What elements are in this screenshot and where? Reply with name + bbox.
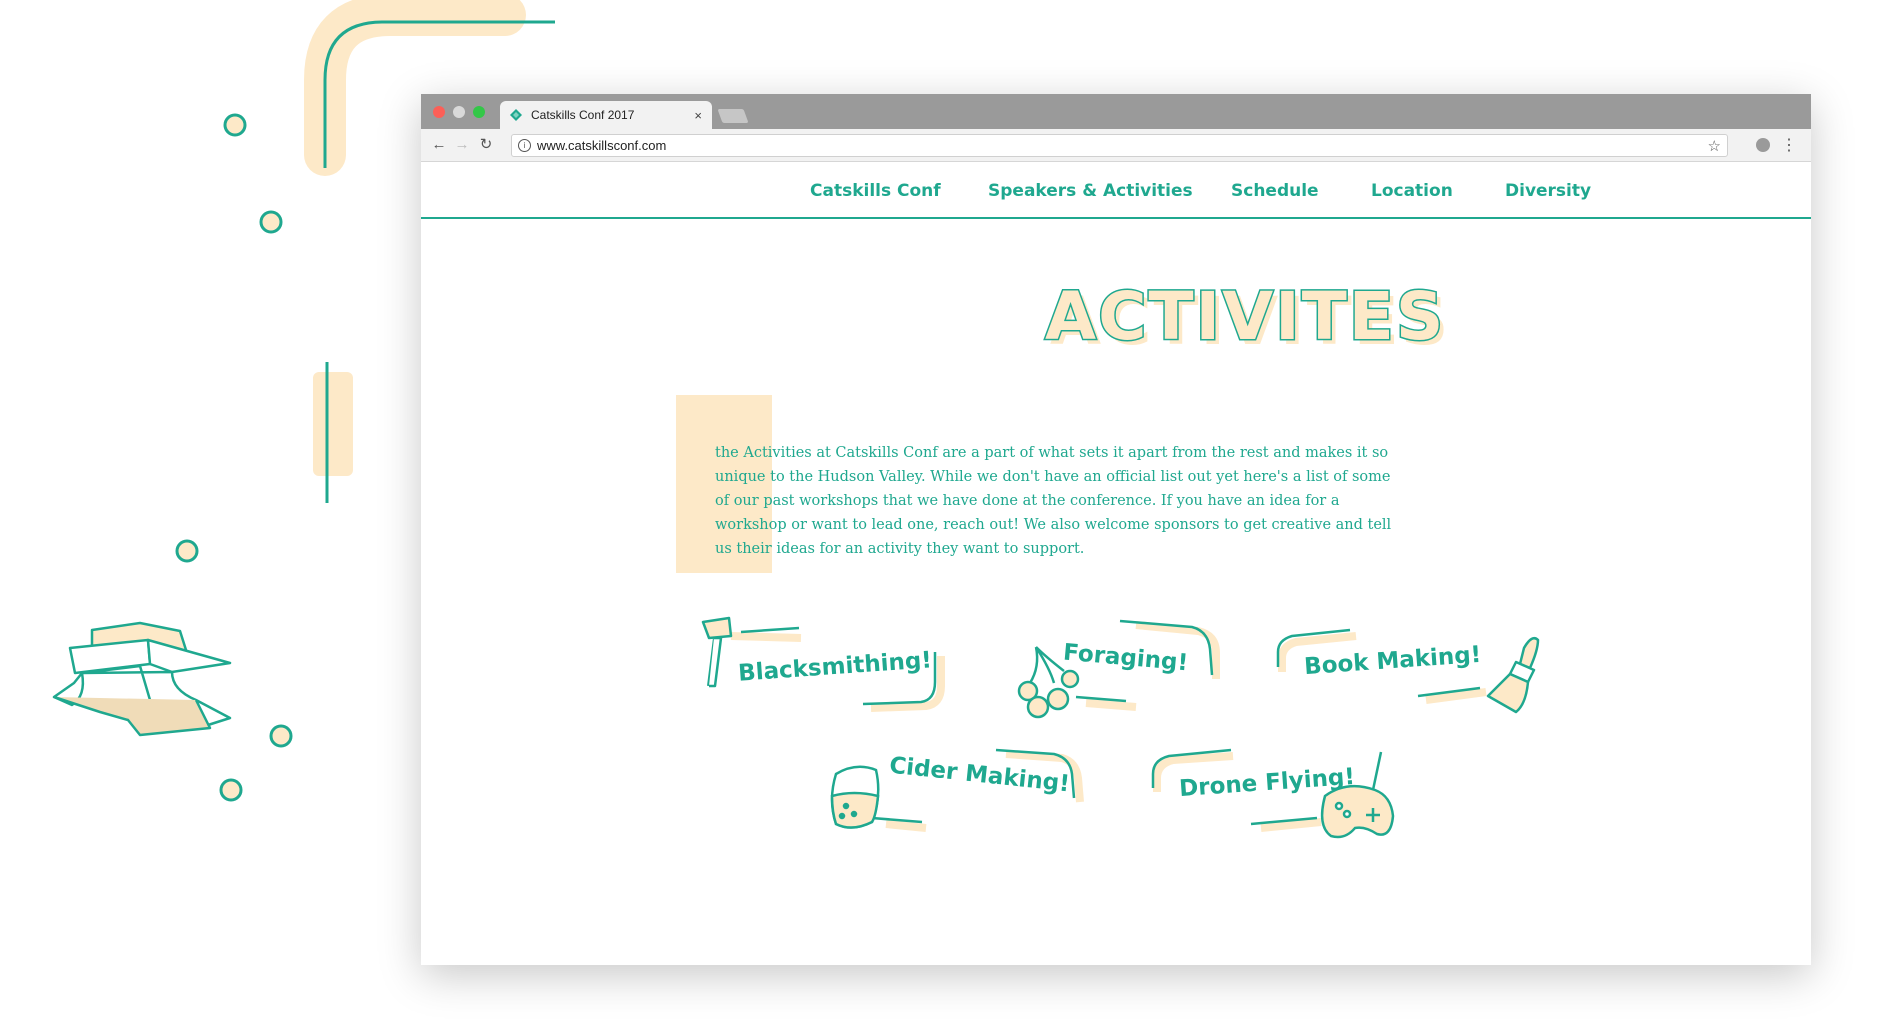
heading-text: ACTIVITES [1045,278,1445,355]
vertical-bar-shape [313,372,353,476]
nav-schedule[interactable]: Schedule [1231,181,1319,201]
browser-window: Catskills Conf 2017 × ← → ↻ i www.catski… [421,94,1811,965]
cider-glass-icon [830,765,880,829]
decor-circle [259,210,283,234]
activity-book-making[interactable]: Book Making! [1276,612,1576,722]
paintbrush-icon [1486,637,1540,714]
activity-foraging[interactable]: Foraging! [1016,617,1226,727]
minimize-window-button[interactable] [453,106,465,118]
nav-diversity[interactable]: Diversity [1505,181,1591,201]
extension-icon[interactable] [1756,138,1770,152]
decor-circle [223,113,247,137]
new-tab-button[interactable] [717,109,749,123]
browser-menu-icon[interactable]: ⋮ [1781,135,1797,155]
address-bar[interactable]: i www.catskillsconf.com ☆ [511,134,1728,157]
decor-circles [175,113,293,802]
forward-arrow-icon[interactable]: → [452,135,472,155]
nav-speakers-activities[interactable]: Speakers & Activities [988,181,1193,201]
web-page: Catskills Conf Speakers & Activities Sch… [421,162,1811,965]
browser-toolbar: ← → ↻ i www.catskillsconf.com ☆ ⋮ [421,129,1811,162]
page-heading: ACTIVITES ACTIVITES [1044,277,1449,361]
decor-circle [219,778,243,802]
hammer-icon [701,616,733,688]
nav-catskills-conf[interactable]: Catskills Conf [810,181,941,201]
tab-title: Catskills Conf 2017 [531,108,635,122]
activity-blacksmithing[interactable]: Blacksmithing! [701,616,961,716]
url-text[interactable]: www.catskillsconf.com [537,138,1708,153]
tab-close-icon[interactable]: × [694,108,702,123]
activity-cider-making[interactable]: Cider Making! [826,746,1096,846]
browser-tab[interactable]: Catskills Conf 2017 × [500,101,712,129]
activity-drone-flying[interactable]: Drone Flying! [1151,740,1426,850]
anvil-icon [52,621,232,737]
favicon-icon [510,109,522,121]
site-nav: Catskills Conf Speakers & Activities Sch… [421,162,1811,219]
info-icon[interactable]: i [518,139,531,152]
tab-bar: Catskills Conf 2017 × [421,94,1811,129]
decor-circle [175,539,199,563]
activity-frame [1017,619,1220,719]
nav-location[interactable]: Location [1371,181,1453,201]
bookmark-star-icon[interactable]: ☆ [1708,137,1721,155]
decor-circle [269,724,293,748]
maximize-window-button[interactable] [473,106,485,118]
close-window-button[interactable] [433,106,445,118]
intro-paragraph: the Activities at Catskills Conf are a p… [715,444,1392,558]
back-arrow-icon[interactable]: ← [429,135,449,155]
reload-icon[interactable]: ↻ [476,135,496,155]
